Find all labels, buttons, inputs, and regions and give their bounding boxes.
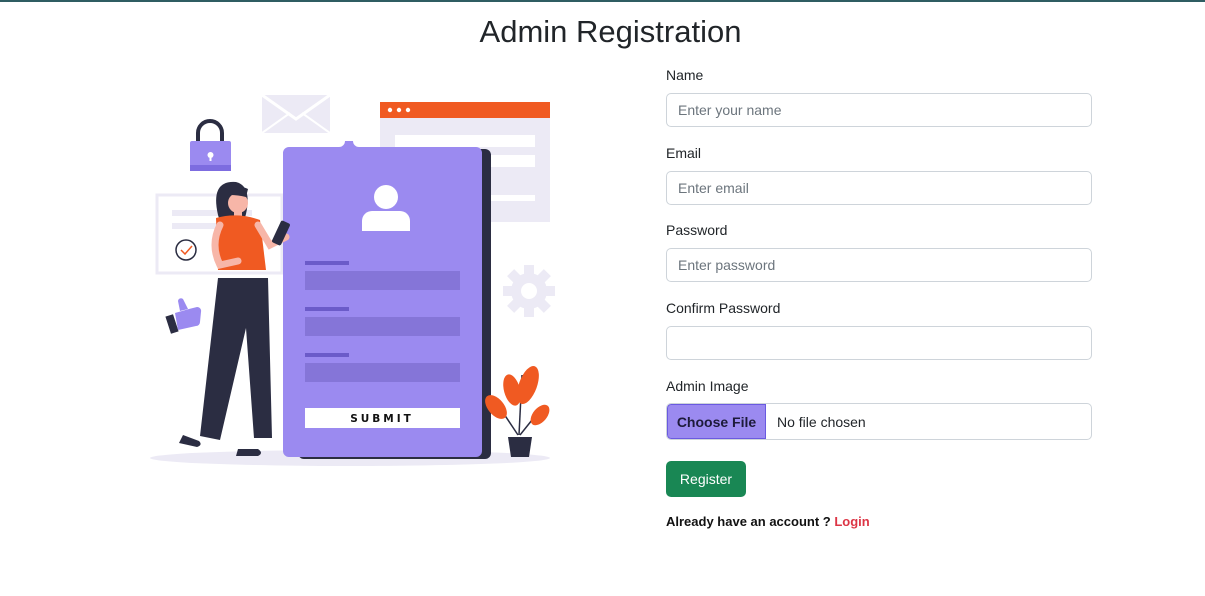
confirm-password-label: Confirm Password (666, 300, 781, 316)
email-input[interactable] (666, 171, 1092, 205)
email-label: Email (666, 145, 702, 161)
lock-icon (190, 119, 231, 171)
gear-icon (503, 265, 555, 317)
thumbs-up-icon (165, 298, 202, 334)
password-input[interactable] (666, 248, 1092, 282)
choose-file-button[interactable]: Choose File (667, 404, 766, 439)
login-prompt: Already have an account ? Login (666, 514, 870, 529)
login-link[interactable]: Login (834, 514, 869, 529)
name-group: Name (666, 66, 1092, 127)
register-button[interactable]: Register (666, 461, 746, 497)
admin-image-file-input[interactable]: Choose File No file chosen (666, 403, 1092, 440)
password-label: Password (666, 222, 728, 238)
login-prompt-text: Already have an account ? (666, 514, 831, 529)
name-input[interactable] (666, 93, 1092, 127)
admin-image-label: Admin Image (666, 378, 749, 394)
password-group: Password (666, 221, 1092, 282)
top-border (0, 0, 1205, 2)
admin-image-group: Admin Image (666, 377, 1092, 395)
file-status-text: No file chosen (777, 413, 866, 430)
plant-icon (485, 365, 550, 457)
submit-label: SUBMIT (350, 413, 414, 425)
phone-form-icon (283, 141, 482, 457)
registration-illustration: SUBMIT (150, 93, 555, 466)
confirm-password-input[interactable] (666, 326, 1092, 360)
page-title: Admin Registration (479, 14, 742, 49)
envelope-icon (261, 93, 331, 134)
email-group: Email (666, 144, 1092, 205)
name-label: Name (666, 67, 704, 83)
confirm-password-group: Confirm Password (666, 299, 1092, 360)
